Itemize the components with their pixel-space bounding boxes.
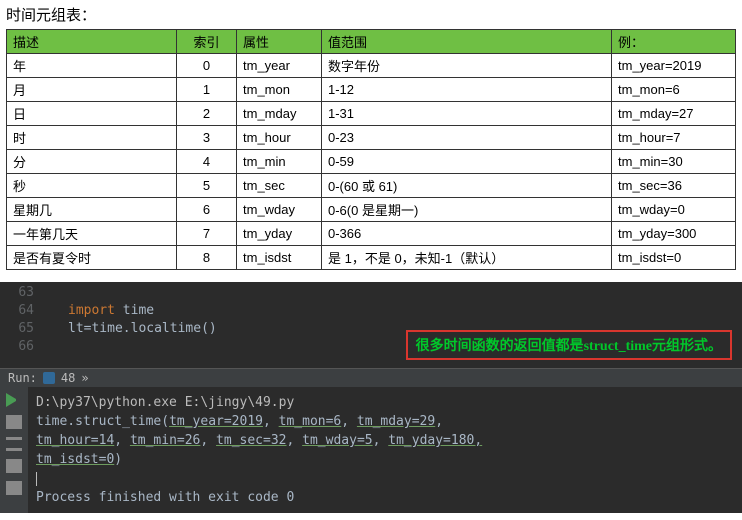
- table-row: 年0tm_year数字年份tm_year=2019: [7, 54, 736, 78]
- cell-desc: 时: [7, 126, 177, 150]
- code-editor[interactable]: 63 64 65 66 import time lt=time.localtim…: [0, 282, 742, 368]
- cursor-icon: [36, 472, 37, 486]
- cell-range: 0-23: [322, 126, 612, 150]
- cell-idx: 2: [177, 102, 237, 126]
- cell-idx: 5: [177, 174, 237, 198]
- run-label: Run:: [8, 371, 37, 385]
- cell-ex: tm_isdst=0: [612, 246, 736, 270]
- cell-ex: tm_wday=0: [612, 198, 736, 222]
- cell-attr: tm_isdst: [237, 246, 322, 270]
- cell-ex: tm_min=30: [612, 150, 736, 174]
- settings-icon[interactable]: [6, 437, 22, 451]
- run-toolbar: Run: 48 »: [0, 368, 742, 387]
- cell-desc: 秒: [7, 174, 177, 198]
- annotation-em: struct_time: [584, 339, 652, 354]
- console-panel: D:\py37\python.exe E:\jingy\49.py time.s…: [0, 387, 742, 513]
- cell-attr: tm_year: [237, 54, 322, 78]
- cell-ex: tm_sec=36: [612, 174, 736, 198]
- cell-idx: 4: [177, 150, 237, 174]
- line-number: 65: [0, 320, 34, 338]
- line-number: 66: [0, 338, 34, 356]
- console-line: tm_isdst=0): [36, 450, 734, 469]
- cell-desc: 日: [7, 102, 177, 126]
- line-number: 63: [0, 284, 34, 302]
- cell-range: 0-(60 或 61): [322, 174, 612, 198]
- console-line: time.struct_time(tm_year=2019, tm_mon=6,…: [36, 412, 734, 431]
- cell-idx: 7: [177, 222, 237, 246]
- cell-ex: tm_yday=300: [612, 222, 736, 246]
- th-ex: 例：: [612, 30, 736, 54]
- module-name: time: [115, 303, 154, 318]
- stop-icon[interactable]: [6, 415, 22, 429]
- cell-attr: tm_min: [237, 150, 322, 174]
- parens: (): [201, 321, 217, 336]
- cell-desc: 年: [7, 54, 177, 78]
- cell-range: 0-366: [322, 222, 612, 246]
- print-icon[interactable]: [6, 459, 22, 473]
- cell-attr: tm_sec: [237, 174, 322, 198]
- cell-desc: 一年第几天: [7, 222, 177, 246]
- chevron-right-icon[interactable]: »: [81, 371, 88, 385]
- cell-idx: 0: [177, 54, 237, 78]
- cell-attr: tm_mon: [237, 78, 322, 102]
- cell-ex: tm_hour=7: [612, 126, 736, 150]
- table-title: 时间元组表：: [6, 4, 736, 25]
- editor-gutter: 63 64 65 66: [0, 282, 40, 356]
- cell-range: 0-59: [322, 150, 612, 174]
- trash-icon[interactable]: [6, 481, 22, 495]
- cell-idx: 8: [177, 246, 237, 270]
- th-desc: 描述: [7, 30, 177, 54]
- th-attr: 属性: [237, 30, 322, 54]
- console-line: [36, 469, 734, 488]
- annotation-text: 元组形式。: [652, 339, 722, 354]
- func-call: time.localtime: [91, 321, 201, 336]
- annotation-box: 很多时间函数的返回值都是struct_time元组形式。: [406, 330, 732, 360]
- line-number: 64: [0, 302, 34, 320]
- console-line: D:\py37\python.exe E:\jingy\49.py: [36, 393, 734, 412]
- cell-range: 数字年份: [322, 54, 612, 78]
- cell-range: 1-12: [322, 78, 612, 102]
- table-row: 分4tm_min0-59tm_min=30: [7, 150, 736, 174]
- annotation-text: 很多时间函数的返回值都是: [416, 339, 584, 354]
- cell-desc: 月: [7, 78, 177, 102]
- run-icon[interactable]: [6, 393, 22, 407]
- var-name: lt: [68, 321, 84, 336]
- cell-range: 是 1，不是 0，未知-1（默认）: [322, 246, 612, 270]
- cell-idx: 6: [177, 198, 237, 222]
- cell-idx: 1: [177, 78, 237, 102]
- run-config-name[interactable]: 48: [61, 371, 75, 385]
- console-output[interactable]: D:\py37\python.exe E:\jingy\49.py time.s…: [28, 387, 742, 513]
- table-row: 日2tm_mday1-31tm_mday=27: [7, 102, 736, 126]
- cell-ex: tm_year=2019: [612, 54, 736, 78]
- cell-attr: tm_wday: [237, 198, 322, 222]
- table-row: 是否有夏令时8tm_isdst是 1，不是 0，未知-1（默认）tm_isdst…: [7, 246, 736, 270]
- cell-idx: 3: [177, 126, 237, 150]
- table-row: 月1tm_mon1-12tm_mon=6: [7, 78, 736, 102]
- console-toolbar: [0, 387, 28, 513]
- cell-attr: tm_mday: [237, 102, 322, 126]
- cell-desc: 分: [7, 150, 177, 174]
- cell-desc: 星期几: [7, 198, 177, 222]
- table-row: 秒5tm_sec0-(60 或 61)tm_sec=36: [7, 174, 736, 198]
- cell-ex: tm_mon=6: [612, 78, 736, 102]
- th-idx: 索引: [177, 30, 237, 54]
- cell-ex: tm_mday=27: [612, 102, 736, 126]
- time-tuple-table: 描述 索引 属性 值范围 例： 年0tm_year数字年份tm_year=201…: [6, 29, 736, 270]
- document-section: 时间元组表： 描述 索引 属性 值范围 例： 年0tm_year数字年份tm_y…: [0, 0, 742, 274]
- table-row: 星期几6tm_wday0-6(0 是星期一)tm_wday=0: [7, 198, 736, 222]
- cell-range: 1-31: [322, 102, 612, 126]
- keyword-import: import: [68, 303, 115, 318]
- python-icon: [43, 372, 55, 384]
- console-line: tm_hour=14, tm_min=26, tm_sec=32, tm_wda…: [36, 431, 734, 450]
- cell-desc: 是否有夏令时: [7, 246, 177, 270]
- cell-attr: tm_yday: [237, 222, 322, 246]
- table-row: 时3tm_hour0-23tm_hour=7: [7, 126, 736, 150]
- table-row: 一年第几天7tm_yday0-366tm_yday=300: [7, 222, 736, 246]
- console-line: Process finished with exit code 0: [36, 488, 734, 507]
- cell-range: 0-6(0 是星期一): [322, 198, 612, 222]
- th-range: 值范围: [322, 30, 612, 54]
- cell-attr: tm_hour: [237, 126, 322, 150]
